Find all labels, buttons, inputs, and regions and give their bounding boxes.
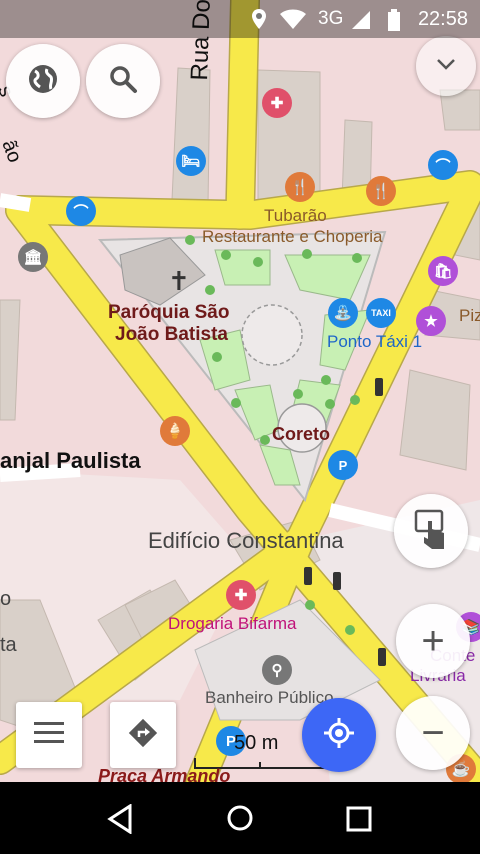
network-type: 3G: [318, 8, 344, 29]
my-location-button[interactable]: [302, 698, 376, 772]
hotel-icon[interactable]: 🛏: [176, 146, 206, 176]
search-button[interactable]: [86, 44, 160, 118]
directions-button[interactable]: [110, 702, 176, 768]
label-pizza-cut: Piz: [459, 306, 480, 325]
menu-icon: [34, 721, 64, 750]
restaurant-icon-2[interactable]: 🍴: [366, 176, 396, 206]
my-location-icon: [324, 717, 354, 753]
label-paroquia-1: Paróquia São: [108, 302, 230, 323]
shop-icon[interactable]: 🛍: [428, 256, 458, 286]
zoom-out-label: −: [421, 711, 445, 755]
wifi-icon: [280, 9, 306, 34]
label-ponto-taxi: Ponto Táxi 1: [327, 332, 423, 351]
church-cross-icon: ✝: [168, 267, 190, 297]
zoom-in-button[interactable]: +: [396, 604, 470, 678]
label-edificio: Edifício Constantina: [148, 528, 344, 553]
label-tubarao-2: Restaurante e Choperia: [202, 227, 383, 246]
battery-icon: [388, 9, 400, 36]
search-icon: [108, 64, 138, 99]
label-coreto: Coreto: [272, 424, 330, 444]
label-paroquia-2: João Batista: [115, 324, 228, 345]
recents-icon[interactable]: [346, 806, 372, 837]
hospital-icon[interactable]: ✚: [262, 88, 292, 118]
touch-hand-icon: [414, 509, 448, 554]
taxi-icon[interactable]: TAXI: [366, 298, 396, 328]
layers-button[interactable]: [6, 44, 80, 118]
plaza-roundabout: [241, 304, 303, 366]
label-place-left: anjal Paulista: [0, 448, 141, 473]
clock: 22:58: [417, 8, 468, 30]
globe-icon: [27, 63, 59, 100]
touch-button[interactable]: [394, 494, 468, 568]
chevron-down-icon: [435, 57, 457, 76]
label-banheiro: Banheiro Público: [205, 688, 334, 707]
menu-button[interactable]: [16, 702, 82, 768]
back-icon[interactable]: [106, 803, 134, 839]
label-drogaria: Drogaria Bifarma: [168, 614, 297, 633]
collapse-button[interactable]: [416, 36, 476, 96]
status-bar: 3G 22:58: [0, 0, 480, 38]
toilets-icon[interactable]: ⚲: [262, 655, 292, 685]
museum-icon[interactable]: 🏛: [18, 242, 48, 272]
ice-cream-icon[interactable]: 🍦: [160, 416, 190, 446]
signal-icon: [352, 9, 370, 34]
zoom-out-button[interactable]: −: [396, 696, 470, 770]
swimming-icon[interactable]: ⌒: [428, 150, 458, 180]
label-o-cut: o: [0, 588, 12, 610]
fountain-icon[interactable]: ⛲: [328, 298, 358, 328]
bike-parking-icon[interactable]: P: [328, 450, 358, 480]
swimming-icon-2[interactable]: ⌒: [66, 196, 96, 226]
label-ta-cut: ta: [0, 634, 17, 656]
restaurant-icon[interactable]: 🍴: [285, 172, 315, 202]
home-icon[interactable]: [226, 804, 254, 837]
system-navigation-bar: [0, 782, 480, 854]
label-tubarao-1: Tubarão: [264, 206, 327, 225]
directions-icon: [128, 718, 158, 753]
pharmacy-icon[interactable]: ✚: [226, 580, 256, 610]
scale-label: 50 m: [234, 732, 279, 754]
location-status-icon: [252, 9, 266, 34]
zoom-in-label: +: [421, 619, 445, 663]
